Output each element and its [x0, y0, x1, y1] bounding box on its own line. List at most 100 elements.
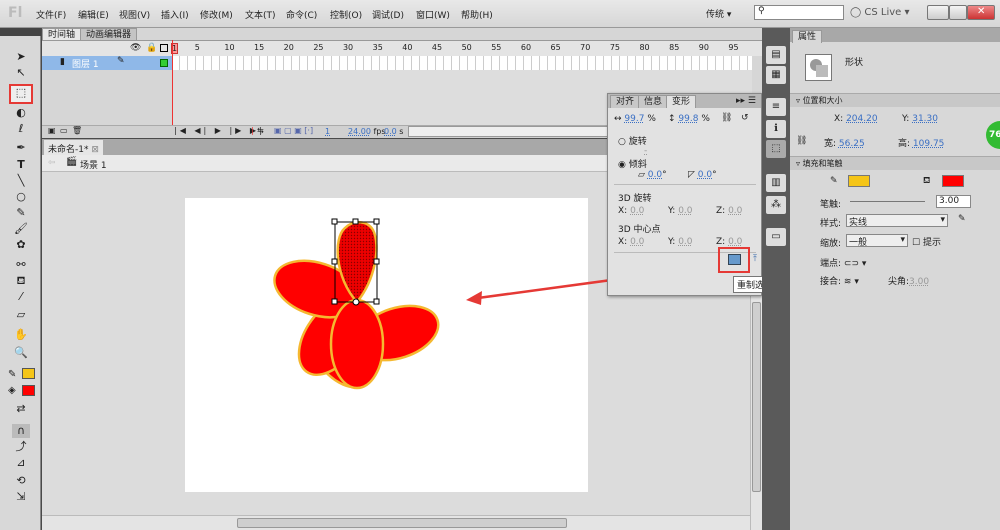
- current-frame[interactable]: 1: [325, 127, 330, 136]
- stroke-width-input[interactable]: 3.00: [936, 195, 971, 208]
- hint-checkbox[interactable]: ☐ 提示: [912, 235, 941, 248]
- info-icon[interactable]: ℹ: [766, 120, 786, 138]
- close-button[interactable]: ✕: [967, 5, 995, 20]
- 3d-rot-x[interactable]: 0.0: [630, 206, 644, 216]
- transform-panel-icon[interactable]: ⬚: [766, 140, 786, 158]
- outline-icon[interactable]: [160, 44, 168, 52]
- menu-item[interactable]: 文件(F): [36, 8, 66, 21]
- petal[interactable]: [329, 298, 385, 390]
- playhead[interactable]: [172, 40, 173, 125]
- reset-transform-icon[interactable]: ⤒: [753, 254, 757, 264]
- menu-item[interactable]: 插入(I): [161, 8, 189, 21]
- 3d-rotation-tool-icon[interactable]: ◐: [12, 106, 30, 120]
- 3d-center-y[interactable]: 0.0: [678, 237, 692, 247]
- free-transform-tool-icon[interactable]: ⬚: [9, 84, 33, 104]
- center-frame-icon[interactable]: |: [251, 126, 254, 135]
- skew-label[interactable]: 倾斜: [629, 160, 647, 170]
- skew-vertical[interactable]: 0.0: [698, 170, 712, 180]
- bone-tool-icon[interactable]: ⚯: [12, 258, 30, 272]
- library-icon[interactable]: ▥: [766, 174, 786, 192]
- eye-icon[interactable]: 👁: [130, 43, 141, 53]
- fps-value[interactable]: 24.00: [348, 127, 371, 136]
- tab-align[interactable]: 对齐: [610, 95, 641, 108]
- lock-ratio-icon[interactable]: ⛓: [796, 136, 807, 146]
- tab-transform[interactable]: 变形: [666, 95, 697, 108]
- tab-info[interactable]: 信息: [638, 95, 669, 108]
- pencil-tool-icon[interactable]: ✎: [12, 206, 30, 220]
- selection-tool-icon[interactable]: ➤: [12, 50, 30, 64]
- panel-menu-icon[interactable]: ▸▸ ☰: [736, 96, 756, 106]
- close-tab-icon[interactable]: ⊠: [91, 145, 99, 155]
- help-search-input[interactable]: ⚲: [754, 5, 844, 20]
- stroke-color-swatch[interactable]: [22, 368, 35, 379]
- new-folder-icon[interactable]: ▭: [60, 126, 68, 135]
- join-select[interactable]: ≋ ▾: [844, 277, 859, 287]
- menu-item[interactable]: 帮助(H): [461, 8, 493, 21]
- components-icon[interactable]: ⁂: [766, 196, 786, 214]
- hscroll-thumb[interactable]: [237, 518, 567, 528]
- 3d-rot-z[interactable]: 0.0: [728, 206, 742, 216]
- menu-item[interactable]: 窗口(W): [416, 8, 450, 21]
- zoom-tool-icon[interactable]: 🔍: [12, 346, 30, 360]
- stage[interactable]: [185, 198, 588, 492]
- layer-color-icon[interactable]: [160, 59, 168, 67]
- brush-tool-icon[interactable]: 🖌: [12, 222, 30, 236]
- menu-item[interactable]: 调试(D): [372, 8, 404, 21]
- eraser-icon[interactable]: ▱: [12, 308, 30, 322]
- line-tool-icon[interactable]: ╲: [12, 174, 30, 188]
- smooth-icon[interactable]: ⤴: [12, 440, 30, 454]
- delete-layer-icon[interactable]: 🗑: [72, 126, 82, 135]
- snap-magnet-icon[interactable]: ∩: [12, 424, 30, 438]
- lasso-tool-icon[interactable]: ℓ: [12, 122, 30, 136]
- tab-properties[interactable]: 属性: [792, 30, 823, 43]
- color-panel-icon[interactable]: ▦: [766, 66, 786, 84]
- loop-icon[interactable]: ⇆: [257, 126, 264, 135]
- stroke-slider[interactable]: [850, 201, 925, 202]
- layer-row[interactable]: ▮ 图层 1 ✎: [42, 56, 172, 70]
- width-value[interactable]: 56.25: [839, 139, 865, 149]
- back-arrow-icon[interactable]: ⇦: [48, 158, 56, 168]
- motion-presets-icon[interactable]: ▭: [766, 228, 786, 246]
- edit-stroke-style-icon[interactable]: ✎: [958, 214, 966, 224]
- 3d-center-z[interactable]: 0.0: [728, 237, 742, 247]
- pen-tool-icon[interactable]: ✒: [12, 141, 30, 155]
- restore-button[interactable]: [949, 5, 967, 20]
- y-value[interactable]: 31.30: [912, 114, 938, 124]
- onion-skin-icons[interactable]: ▣ ▢ ▣ [·]: [274, 126, 313, 135]
- new-layer-icon[interactable]: ▣: [48, 126, 56, 135]
- scene-label[interactable]: 场景 1: [80, 158, 107, 171]
- miter-value[interactable]: 3.00: [909, 277, 929, 287]
- menu-item[interactable]: 编辑(E): [78, 8, 109, 21]
- elapsed-time[interactable]: 0.0: [384, 127, 397, 136]
- document-tab[interactable]: 未命名-1* ⊠: [44, 140, 103, 155]
- skew-horizontal[interactable]: 0.0: [648, 170, 662, 180]
- scale-icon[interactable]: ⇲: [12, 490, 30, 504]
- fill-color-swatch[interactable]: [22, 385, 35, 396]
- style-select[interactable]: 实线 ▾: [846, 214, 948, 228]
- menu-item[interactable]: 文本(T): [245, 8, 276, 21]
- align-icon[interactable]: ≡: [766, 98, 786, 116]
- constrain-icon[interactable]: ⛓: [721, 113, 732, 123]
- hand-tool-icon[interactable]: ✋: [12, 328, 30, 342]
- vscroll-thumb[interactable]: [752, 302, 761, 492]
- 3d-rot-y[interactable]: 0.0: [678, 206, 692, 216]
- cap-select[interactable]: ⊂⊃ ▾: [844, 259, 866, 269]
- align-panel-icon[interactable]: ▤: [766, 46, 786, 64]
- stage-hscroll[interactable]: [42, 515, 750, 530]
- x-value[interactable]: 204.20: [846, 114, 878, 124]
- paint-bucket-icon[interactable]: ⛾: [12, 274, 30, 288]
- text-tool-icon[interactable]: T: [12, 158, 30, 172]
- menu-item[interactable]: 控制(O): [330, 8, 362, 21]
- eyedropper-icon[interactable]: ⁄: [12, 290, 30, 304]
- duplicate-transform-button[interactable]: [718, 247, 750, 273]
- rotate-skew-icon[interactable]: ⟲: [12, 474, 30, 488]
- deco-tool-icon[interactable]: ✿: [12, 238, 30, 252]
- straighten-icon[interactable]: ⊿: [12, 456, 30, 470]
- scale-select[interactable]: 一般 ▾: [846, 234, 908, 248]
- subselection-tool-icon[interactable]: ↖: [12, 66, 30, 80]
- scale-height[interactable]: 99.8: [678, 114, 698, 124]
- rotate-value[interactable]: -: [644, 146, 647, 156]
- swap-colors-icon[interactable]: ⇄: [12, 402, 30, 416]
- fill-color-picker[interactable]: [942, 175, 964, 187]
- scale-width[interactable]: 99.7: [624, 114, 644, 124]
